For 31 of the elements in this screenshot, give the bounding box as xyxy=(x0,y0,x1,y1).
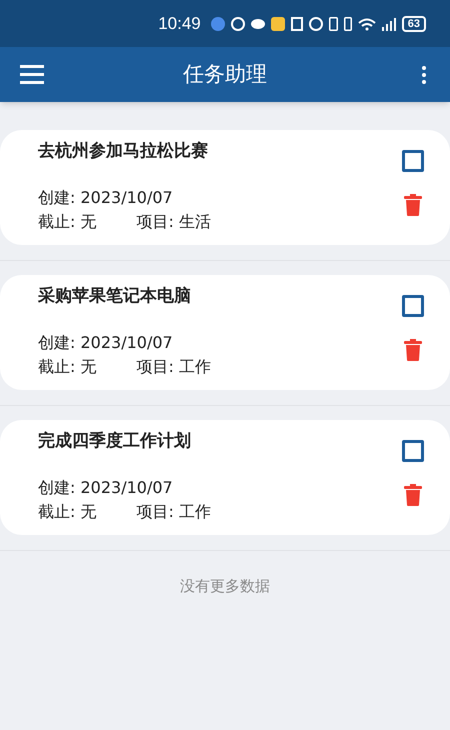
delete-icon[interactable] xyxy=(404,194,422,216)
task-card[interactable]: 采购苹果笔记本电脑 创建: 2023/10/07 截止: 无 项目: 工作 xyxy=(0,275,450,390)
task-card[interactable]: 去杭州参加马拉松比赛 创建: 2023/10/07 截止: 无 项目: 生活 xyxy=(0,130,450,245)
created-date: 创建: 2023/10/07 xyxy=(38,332,174,354)
battery-indicator: 63 xyxy=(402,16,426,32)
task-checkbox[interactable] xyxy=(402,440,424,462)
project-text: 项目: 工作 xyxy=(136,356,211,378)
task-checkbox[interactable] xyxy=(402,295,424,317)
task-checkbox[interactable] xyxy=(402,150,424,172)
project-text: 项目: 生活 xyxy=(136,211,211,233)
delete-icon[interactable] xyxy=(404,484,422,506)
created-date: 创建: 2023/10/07 xyxy=(38,187,174,209)
delete-icon[interactable] xyxy=(404,339,422,361)
task-card[interactable]: 完成四季度工作计划 创建: 2023/10/07 截止: 无 项目: 工作 xyxy=(0,420,450,535)
status-time: 10:49 xyxy=(158,12,201,35)
app-square-icon xyxy=(270,16,285,30)
app-title: 任务助理 xyxy=(182,60,268,88)
chat-bubble-icon xyxy=(250,18,265,28)
task-title: 完成四季度工作计划 xyxy=(38,430,192,452)
created-date: 创建: 2023/10/07 xyxy=(38,477,174,499)
task-title: 采购苹果笔记本电脑 xyxy=(38,285,192,307)
deadline-text: 截止: 无 xyxy=(38,356,96,378)
app-circle-icon xyxy=(210,16,225,30)
ring-icon xyxy=(230,16,245,30)
deadline-text: 截止: 无 xyxy=(38,211,96,233)
wifi-icon xyxy=(358,16,376,30)
task-title: 去杭州参加马拉松比赛 xyxy=(38,140,209,162)
signal-icon xyxy=(382,16,396,30)
project-text: 项目: 工作 xyxy=(136,501,211,523)
no-more-data-text: 没有更多数据 xyxy=(179,576,271,597)
deadline-text: 截止: 无 xyxy=(38,501,96,523)
